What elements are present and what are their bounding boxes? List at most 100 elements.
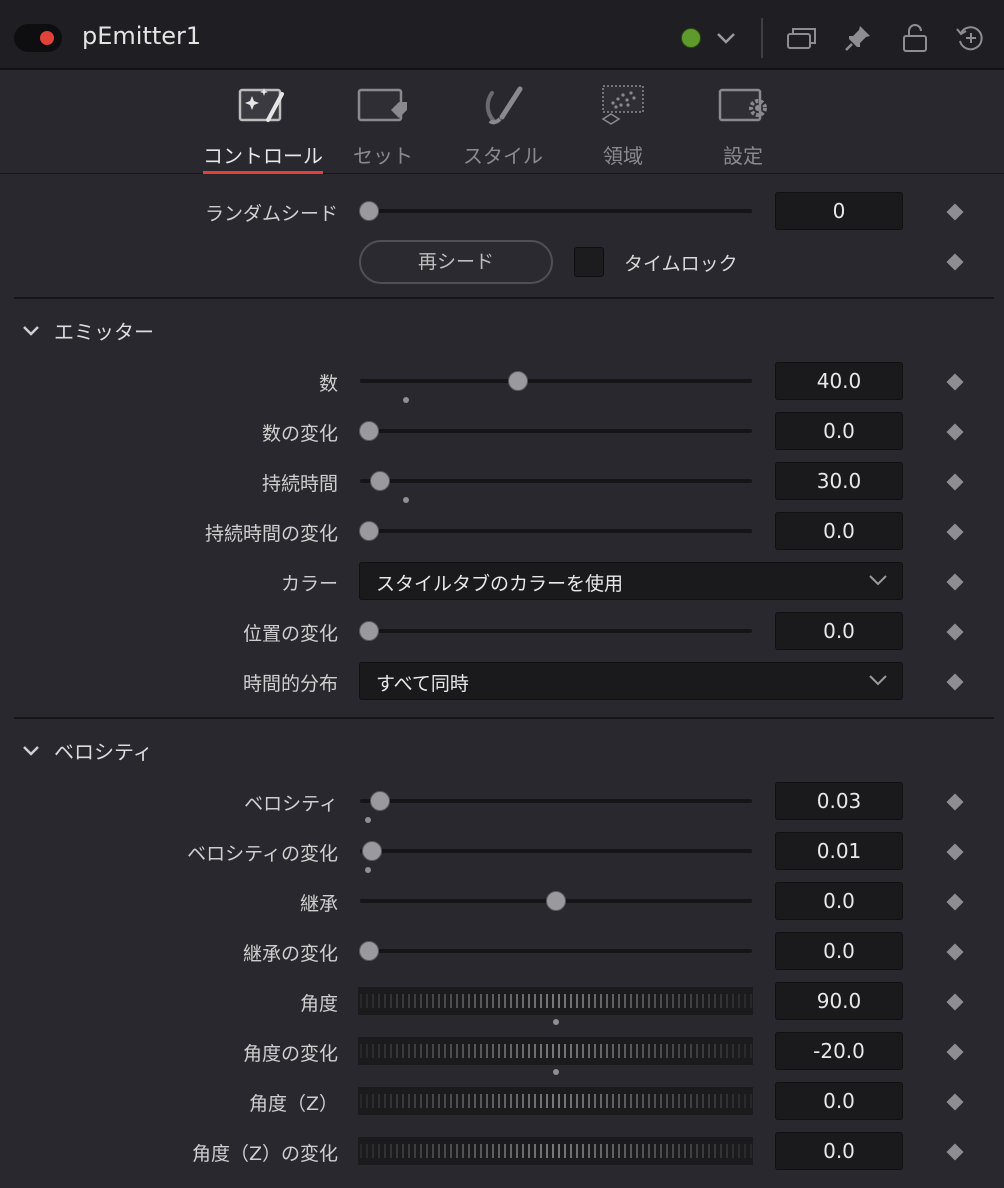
inherit-label: 継承 xyxy=(299,893,338,915)
ruler-tick xyxy=(623,1144,626,1158)
timelock-checkbox[interactable] xyxy=(574,247,604,277)
lifespan-variance-slider[interactable] xyxy=(360,529,752,533)
random-seed-slider-handle[interactable] xyxy=(359,201,379,221)
ruler-tick xyxy=(401,1144,404,1158)
versions-icon[interactable] xyxy=(786,22,818,54)
velocity-slider-handle[interactable] xyxy=(370,791,390,811)
ruler-tick xyxy=(743,1094,746,1108)
keyframe-diamond-icon[interactable] xyxy=(946,843,964,861)
velocity-variance-slider[interactable] xyxy=(360,849,752,853)
angle-z-variance-field[interactable]: 0.0 xyxy=(775,1132,903,1170)
tab-style[interactable]: スタイル xyxy=(443,80,563,174)
emitter-section-header[interactable]: エミッター xyxy=(22,316,154,345)
lifespan-variance-slider-handle[interactable] xyxy=(359,521,379,541)
region-icon xyxy=(563,80,683,130)
number-slider-handle[interactable] xyxy=(508,371,528,391)
keyframe-diamond-icon[interactable] xyxy=(946,1043,964,1061)
position-variance-slider-handle[interactable] xyxy=(359,621,379,641)
number-slider[interactable] xyxy=(360,379,752,383)
keyframe-diamond-icon[interactable] xyxy=(946,673,964,691)
lock-icon[interactable] xyxy=(899,22,931,54)
velocity-field[interactable]: 0.03 xyxy=(775,782,903,820)
number-variance-slider[interactable] xyxy=(360,429,752,433)
ruler-tick xyxy=(623,994,626,1008)
keyframe-diamond-icon[interactable] xyxy=(946,943,964,961)
velocity-section-header[interactable]: ベロシティ xyxy=(22,736,153,765)
number-variance-field[interactable]: 0.0 xyxy=(775,412,903,450)
ruler-tick xyxy=(749,1094,752,1108)
number-field[interactable]: 40.0 xyxy=(775,362,903,400)
keyframe-diamond-icon[interactable] xyxy=(946,993,964,1011)
ruler-tick xyxy=(689,1094,692,1108)
ruler-tick xyxy=(431,1044,434,1058)
tab-set[interactable]: セット xyxy=(323,80,443,174)
reseed-button[interactable]: 再シード xyxy=(359,240,553,284)
angle-field[interactable]: 90.0 xyxy=(775,982,903,1020)
ruler-tick xyxy=(455,1044,458,1058)
lifespan-field[interactable]: 30.0 xyxy=(775,462,903,500)
ruler-tick xyxy=(713,1144,716,1158)
ruler-tick xyxy=(701,1044,704,1058)
position-variance-field[interactable]: 0.0 xyxy=(775,612,903,650)
velocity-variance-field[interactable]: 0.01 xyxy=(775,832,903,870)
angle-z-field[interactable]: 0.0 xyxy=(775,1082,903,1120)
angle-thumbwheel[interactable] xyxy=(358,987,753,1015)
angle-z-thumbwheel[interactable] xyxy=(358,1087,753,1115)
ruler-tick xyxy=(425,1144,428,1158)
keyframe-diamond-icon[interactable] xyxy=(946,373,964,391)
lifespan-slider[interactable] xyxy=(360,479,752,483)
angle-variance-thumbwheel[interactable] xyxy=(358,1037,753,1065)
ruler-tick xyxy=(575,994,578,1008)
angle-z-label: 角度（Z） xyxy=(248,1093,338,1115)
inherit-variance-slider[interactable] xyxy=(360,949,752,953)
inherit-slider-handle[interactable] xyxy=(546,891,566,911)
keyframe-diamond-icon[interactable] xyxy=(946,423,964,441)
keyframe-diamond-icon[interactable] xyxy=(946,1093,964,1111)
ruler-tick xyxy=(569,1144,572,1158)
inherit-field[interactable]: 0.0 xyxy=(775,882,903,920)
ruler-tick xyxy=(641,1094,644,1108)
angle-variance-field[interactable]: -20.0 xyxy=(775,1032,903,1070)
angle-z-variance-thumbwheel[interactable] xyxy=(358,1137,753,1165)
keyframe-diamond-icon[interactable] xyxy=(946,203,964,221)
inherit-variance-slider-handle[interactable] xyxy=(359,941,379,961)
keyframe-diamond-icon[interactable] xyxy=(946,893,964,911)
lifespan-slider-handle[interactable] xyxy=(370,471,390,491)
ruler-tick xyxy=(629,1094,632,1108)
color-dropdown[interactable]: スタイルタブのカラーを使用 xyxy=(359,562,903,600)
tab-controls[interactable]: コントロール xyxy=(203,80,323,174)
ruler-tick xyxy=(533,994,536,1008)
random-seed-field[interactable]: 0 xyxy=(775,192,903,230)
inherit-variance-field[interactable]: 0.0 xyxy=(775,932,903,970)
velocity-variance-label: ベロシティの変化 xyxy=(187,843,338,865)
ruler-tick xyxy=(359,1094,362,1108)
number-variance-slider-handle[interactable] xyxy=(359,421,379,441)
lifespan-variance-field[interactable]: 0.0 xyxy=(775,512,903,550)
velocity-variance-slider-handle[interactable] xyxy=(362,841,382,861)
keyframe-diamond-icon[interactable] xyxy=(946,623,964,641)
ruler-tick xyxy=(575,1044,578,1058)
temporal-distribution-dropdown[interactable]: すべて同時 xyxy=(359,662,903,700)
ruler-tick xyxy=(683,1094,686,1108)
keyframe-diamond-icon[interactable] xyxy=(946,253,964,271)
velocity-slider[interactable] xyxy=(360,799,752,803)
ruler-tick xyxy=(377,994,380,1008)
random-seed-slider[interactable] xyxy=(360,209,752,213)
keyframe-diamond-icon[interactable] xyxy=(946,1143,964,1161)
keyframe-diamond-icon[interactable] xyxy=(946,473,964,491)
node-color-swatch[interactable] xyxy=(681,28,701,48)
tab-settings[interactable]: 設定 xyxy=(683,80,803,174)
keyframe-diamond-icon[interactable] xyxy=(946,523,964,541)
ruler-tick xyxy=(659,1044,662,1058)
reset-icon[interactable] xyxy=(954,22,986,54)
ruler-tick xyxy=(731,1094,734,1108)
keyframe-diamond-icon[interactable] xyxy=(946,793,964,811)
keyframe-diamond-icon[interactable] xyxy=(946,573,964,591)
position-variance-slider[interactable] xyxy=(360,629,752,633)
chevron-down-icon[interactable] xyxy=(710,22,742,54)
pin-icon[interactable] xyxy=(842,22,874,54)
tab-region[interactable]: 領域 xyxy=(563,80,683,174)
ruler-tick xyxy=(443,1044,446,1058)
node-enable-toggle[interactable] xyxy=(14,24,62,52)
ruler-tick xyxy=(569,1044,572,1058)
